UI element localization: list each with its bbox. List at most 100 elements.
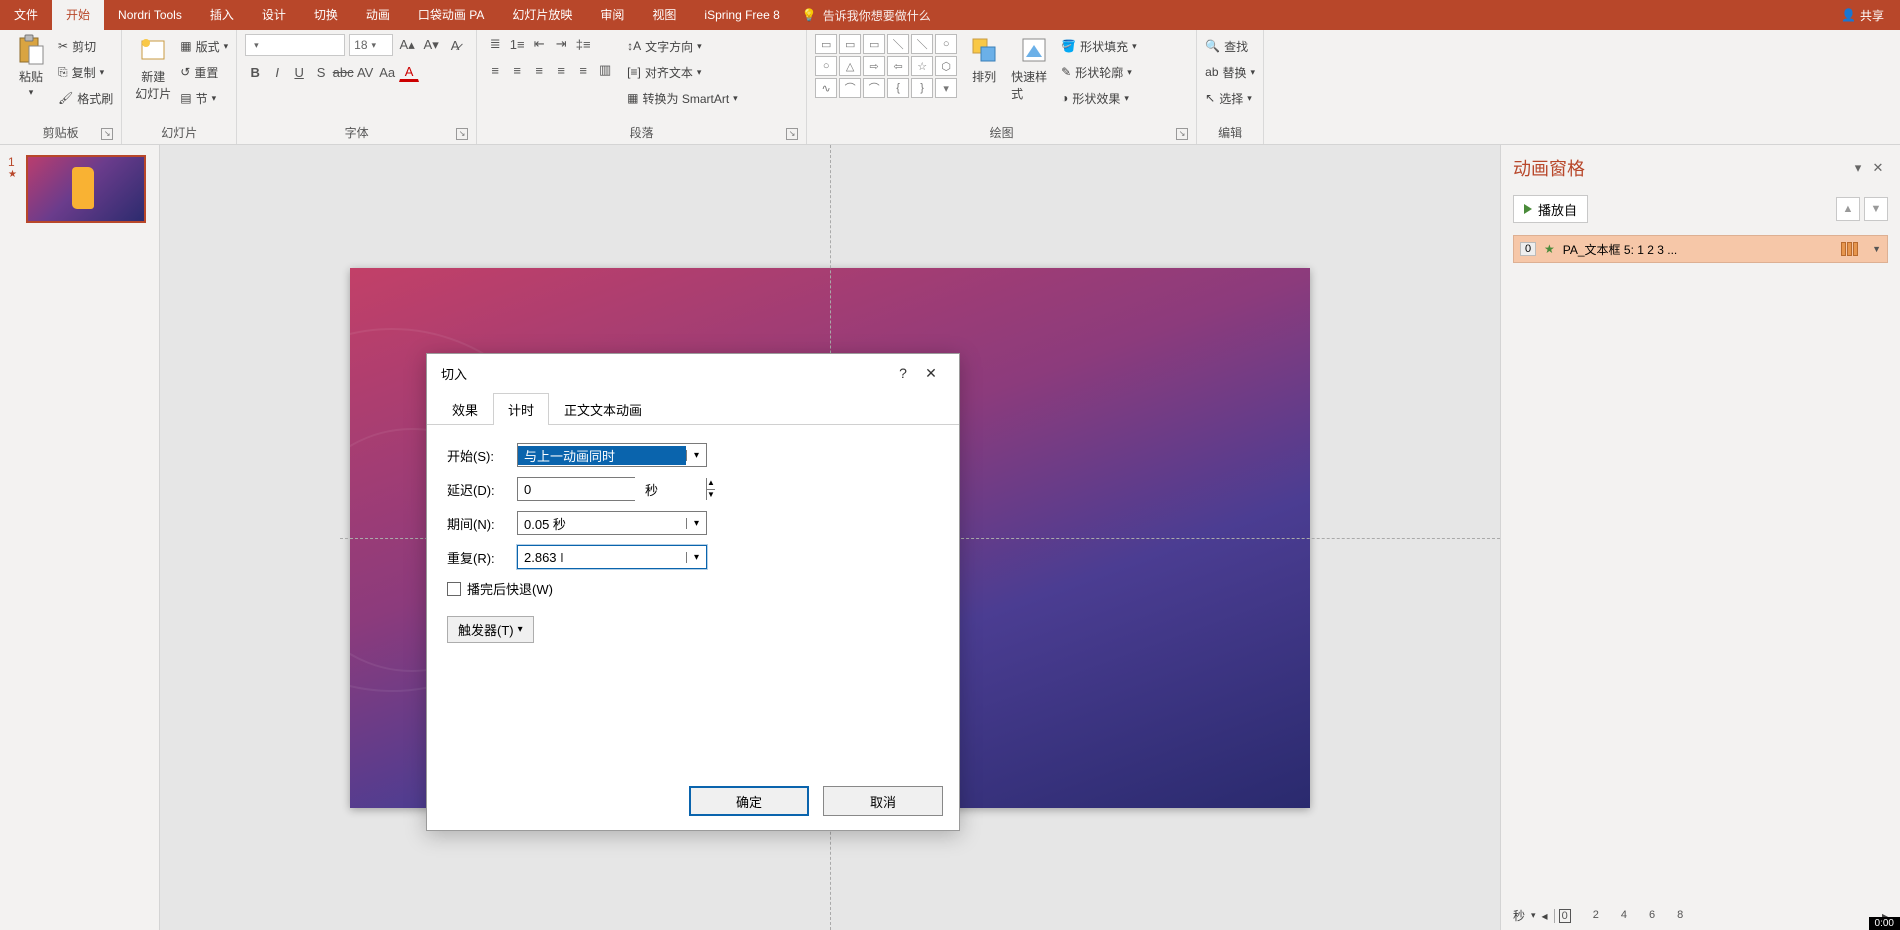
bold-icon[interactable]: B xyxy=(245,62,265,82)
clear-format-icon[interactable]: A̷ xyxy=(445,35,465,55)
drawing-launcher[interactable]: ↘ xyxy=(1176,128,1188,140)
new-slide-button[interactable]: 新建 幻灯片 xyxy=(130,34,176,102)
reset-button[interactable]: ↺重置 xyxy=(180,60,228,84)
thumb-1[interactable]: 1 ★ xyxy=(8,155,151,223)
columns-icon[interactable]: ▥ xyxy=(595,60,615,80)
delay-spinner[interactable]: ▲▼ xyxy=(517,477,635,501)
align-right-icon[interactable]: ≡ xyxy=(529,60,549,80)
format-painter-button[interactable]: 🖌格式刷 xyxy=(58,86,113,110)
line-spacing-icon[interactable]: ‡≡ xyxy=(573,34,593,54)
dialog-tab-text-anim[interactable]: 正文文本动画 xyxy=(549,393,657,425)
play-from-button[interactable]: 播放自 xyxy=(1513,195,1588,223)
shape-line2[interactable]: ＼ xyxy=(911,34,933,54)
convert-smartart-button[interactable]: ▦转换为 SmartArt▾ xyxy=(627,86,738,110)
clipboard-launcher[interactable]: ↘ xyxy=(101,128,113,140)
pane-close-icon[interactable]: ✕ xyxy=(1868,158,1888,178)
increase-indent-icon[interactable]: ⇥ xyxy=(551,34,571,54)
delay-up[interactable]: ▲ xyxy=(707,478,715,490)
shadow-icon[interactable]: S xyxy=(311,62,331,82)
paste-button[interactable]: 粘贴 ▾ xyxy=(8,34,54,98)
timeline-prev-icon[interactable]: ◂ xyxy=(1542,909,1548,923)
italic-icon[interactable]: I xyxy=(267,62,287,82)
shape-curve[interactable]: ∿ xyxy=(815,78,837,98)
chevron-down-icon[interactable]: ▾ xyxy=(686,518,706,529)
anim-item-dropdown-icon[interactable]: ▼ xyxy=(1872,244,1881,254)
decrease-indent-icon[interactable]: ⇤ xyxy=(529,34,549,54)
delay-input[interactable] xyxy=(518,478,706,500)
quick-styles-button[interactable]: 快速样式 xyxy=(1011,34,1057,102)
shape-oval2[interactable]: ○ xyxy=(815,56,837,76)
change-case-icon[interactable]: Aa xyxy=(377,62,397,82)
shapes-gallery[interactable]: ▭▭▭＼＼○ ○△⇨⇦☆⬡ ∿⌒⌒{}▾ xyxy=(815,34,957,98)
dialog-tab-effect[interactable]: 效果 xyxy=(437,393,493,425)
distribute-icon[interactable]: ≡ xyxy=(573,60,593,80)
bullets-icon[interactable]: ≣ xyxy=(485,34,505,54)
tab-insert[interactable]: 插入 xyxy=(196,0,248,30)
dialog-tab-timing[interactable]: 计时 xyxy=(493,393,549,425)
shape-brace2[interactable]: } xyxy=(911,78,933,98)
shape-rect3[interactable]: ▭ xyxy=(863,34,885,54)
shape-outline-button[interactable]: ✎形状轮廓▾ xyxy=(1061,60,1137,84)
dialog-close-button[interactable]: ✕ xyxy=(917,359,945,387)
select-button[interactable]: ↖选择▾ xyxy=(1205,86,1255,110)
layout-button[interactable]: ▦版式▾ xyxy=(180,34,228,58)
numbering-icon[interactable]: 1≡ xyxy=(507,34,527,54)
justify-icon[interactable]: ≡ xyxy=(551,60,571,80)
animation-item[interactable]: 0 ★ PA_文本框 5: 1 2 3 ... ▼ xyxy=(1513,235,1888,263)
shape-arrow[interactable]: ⇨ xyxy=(863,56,885,76)
tell-me[interactable]: 💡 告诉我你想要做什么 xyxy=(802,7,931,24)
repeat-combo[interactable]: 2.863 I ▾ xyxy=(517,545,707,569)
align-left-icon[interactable]: ≡ xyxy=(485,60,505,80)
tab-pocket-anim[interactable]: 口袋动画 PA xyxy=(404,0,498,30)
align-text-button[interactable]: [≡]对齐文本▾ xyxy=(627,60,738,84)
share-button[interactable]: 👤 共享 xyxy=(1825,7,1900,24)
shape-rect[interactable]: ▭ xyxy=(815,34,837,54)
arrange-button[interactable]: 排列 xyxy=(961,34,1007,85)
shape-brace[interactable]: { xyxy=(887,78,909,98)
section-button[interactable]: ▤节▾ xyxy=(180,86,228,110)
tab-animation[interactable]: 动画 xyxy=(352,0,404,30)
shape-fill-button[interactable]: 🪣形状填充▾ xyxy=(1061,34,1137,58)
cancel-button[interactable]: 取消 xyxy=(823,786,943,816)
align-center-icon[interactable]: ≡ xyxy=(507,60,527,80)
char-spacing-icon[interactable]: AV xyxy=(355,62,375,82)
tab-design[interactable]: 设计 xyxy=(248,0,300,30)
delay-down[interactable]: ▼ xyxy=(707,490,715,501)
underline-icon[interactable]: U xyxy=(289,62,309,82)
trigger-button[interactable]: 触发器(T) ▾ xyxy=(447,616,534,643)
tab-nordri[interactable]: Nordri Tools xyxy=(104,0,196,30)
tab-view[interactable]: 视图 xyxy=(638,0,690,30)
tab-ispring[interactable]: iSpring Free 8 xyxy=(690,0,793,30)
tab-file[interactable]: 文件 xyxy=(0,0,52,30)
shape-curve3[interactable]: ⌒ xyxy=(863,78,885,98)
decrease-font-icon[interactable]: A▾ xyxy=(421,35,441,55)
shape-curve2[interactable]: ⌒ xyxy=(839,78,861,98)
text-direction-button[interactable]: ↕A文字方向▾ xyxy=(627,34,738,58)
paragraph-launcher[interactable]: ↘ xyxy=(786,128,798,140)
tab-review[interactable]: 审阅 xyxy=(586,0,638,30)
font-color-icon[interactable]: A xyxy=(399,62,419,82)
increase-font-icon[interactable]: A▴ xyxy=(397,35,417,55)
pane-options-icon[interactable]: ▾ xyxy=(1848,158,1868,178)
dialog-help-button[interactable]: ? xyxy=(889,359,917,387)
tab-slideshow[interactable]: 幻灯片放映 xyxy=(498,0,586,30)
find-button[interactable]: 🔍查找 xyxy=(1205,34,1255,58)
shape-arrow2[interactable]: ⇦ xyxy=(887,56,909,76)
font-size-combo[interactable]: 18▾ xyxy=(349,34,393,56)
tab-home[interactable]: 开始 xyxy=(52,0,104,30)
duration-select[interactable]: 0.05 秒 ▾ xyxy=(517,511,707,535)
cut-button[interactable]: ✂剪切 xyxy=(58,34,113,58)
chevron-down-icon[interactable]: ▾ xyxy=(686,450,706,461)
reorder-down-button[interactable]: ▼ xyxy=(1864,197,1888,221)
replace-button[interactable]: ab替换▾ xyxy=(1205,60,1255,84)
font-family-combo[interactable]: ▾ xyxy=(245,34,345,56)
shape-tri[interactable]: △ xyxy=(839,56,861,76)
shape-more[interactable]: ▾ xyxy=(935,78,957,98)
tab-transition[interactable]: 切换 xyxy=(300,0,352,30)
ok-button[interactable]: 确定 xyxy=(689,786,809,816)
shape-rect2[interactable]: ▭ xyxy=(839,34,861,54)
start-select[interactable]: 与上一动画同时 ▾ xyxy=(517,443,707,467)
reorder-up-button[interactable]: ▲ xyxy=(1836,197,1860,221)
shape-hex[interactable]: ⬡ xyxy=(935,56,957,76)
strike-icon[interactable]: abc xyxy=(333,62,353,82)
